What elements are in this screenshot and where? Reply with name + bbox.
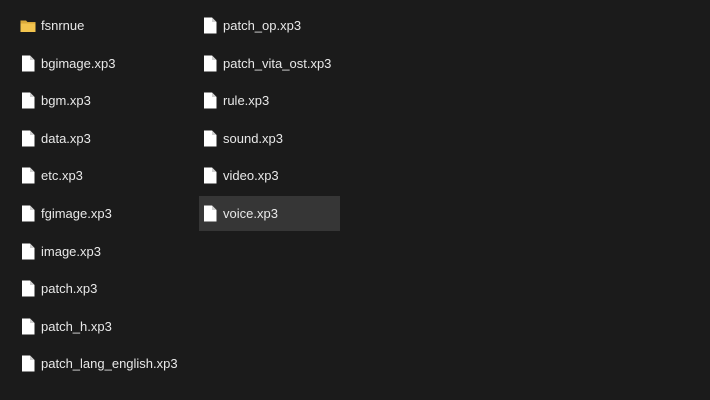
file-item-patch-h[interactable]: patch_h.xp3 [17,309,186,344]
folder-item-fsnrnue[interactable]: fsnrnue [17,8,186,43]
item-label: rule.xp3 [223,93,270,109]
item-label: etc.xp3 [41,168,83,184]
file-item-etc[interactable]: etc.xp3 [17,158,186,193]
item-label: patch_vita_ost.xp3 [223,55,332,71]
file-item-patch[interactable]: patch.xp3 [17,271,186,306]
file-explorer-list-view: fsnrnue bgimage.xp3 bgm.xp3 data.xp3 etc… [0,0,710,400]
file-icon [202,204,218,222]
item-label: patch.xp3 [41,281,98,297]
item-label: fsnrnue [41,18,85,33]
file-icon [20,92,36,110]
file-item-video[interactable]: video.xp3 [199,158,340,193]
file-icon [20,54,36,72]
file-icon [202,17,218,35]
file-column-2: patch_op.xp3 patch_vita_ost.xp3 rule.xp3… [199,8,340,234]
item-label: bgimage.xp3 [41,55,116,71]
file-item-rule[interactable]: rule.xp3 [199,83,340,118]
file-item-data[interactable]: data.xp3 [17,121,186,156]
file-item-patch-lang-english[interactable]: patch_lang_english.xp3 [17,346,186,381]
file-item-fgimage[interactable]: fgimage.xp3 [17,196,186,231]
file-item-sound[interactable]: sound.xp3 [199,121,340,156]
file-icon [20,317,36,335]
item-label: sound.xp3 [223,130,283,146]
folder-icon [20,17,36,35]
file-icon [20,242,36,260]
file-icon [20,167,36,185]
file-item-voice[interactable]: voice.xp3 [199,195,340,231]
file-icon [202,54,218,72]
item-label: bgm.xp3 [41,93,91,109]
item-label: patch_op.xp3 [223,18,302,33]
file-item-patch-op[interactable]: patch_op.xp3 [199,8,340,43]
item-label: voice.xp3 [223,205,278,221]
file-icon [20,280,36,298]
item-label: fgimage.xp3 [41,205,112,221]
file-icon [20,204,36,222]
file-item-image[interactable]: image.xp3 [17,234,186,269]
item-label: video.xp3 [223,168,279,184]
file-icon [20,129,36,147]
file-item-patch-vita-ost[interactable]: patch_vita_ost.xp3 [199,46,340,81]
file-icon [202,92,218,110]
file-icon [202,129,218,147]
item-label: patch_h.xp3 [41,318,112,334]
file-item-bgm[interactable]: bgm.xp3 [17,83,186,118]
file-icon [202,167,218,185]
item-label: image.xp3 [41,243,101,259]
item-label: data.xp3 [41,130,91,146]
file-icon [20,355,36,373]
file-column-1: fsnrnue bgimage.xp3 bgm.xp3 data.xp3 etc… [17,8,186,384]
item-label: patch_lang_english.xp3 [41,356,178,372]
file-item-bgimage[interactable]: bgimage.xp3 [17,46,186,81]
